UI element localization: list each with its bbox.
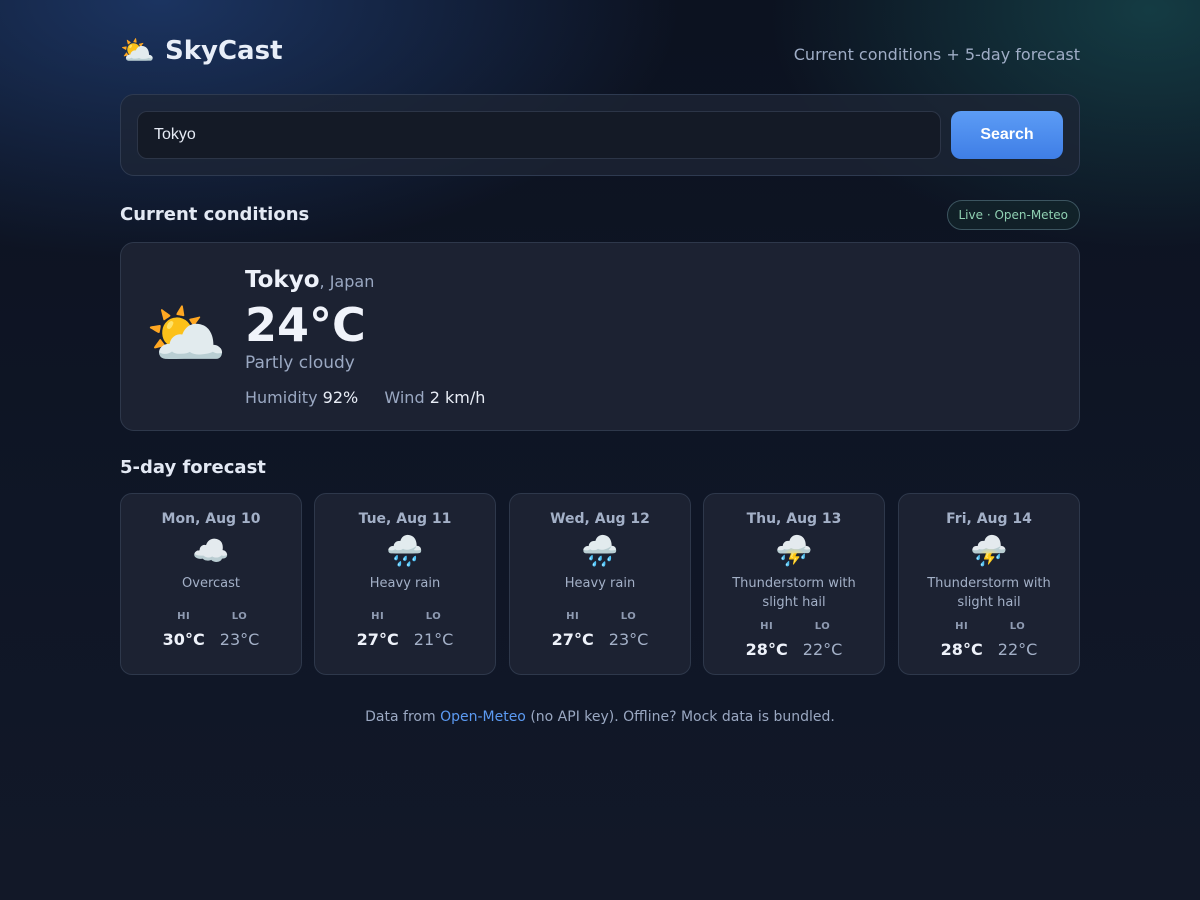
- app-title: SkyCast: [165, 36, 283, 66]
- search-button[interactable]: Search: [951, 111, 1063, 159]
- app-header: ⛅ SkyCast Current conditions + 5-day for…: [120, 30, 1080, 74]
- forecast-day-card: Tue, Aug 11 🌧️ Heavy rain HI 27°C LO 21°C: [314, 493, 496, 675]
- forecast-day-card: Wed, Aug 12 🌧️ Heavy rain HI 27°C LO 23°C: [509, 493, 691, 675]
- forecast-date: Wed, Aug 12: [550, 511, 650, 527]
- humidity-label: Humidity: [245, 388, 318, 407]
- current-conditions-heading: Current conditions: [120, 204, 310, 225]
- live-source-badge: Live · Open-Meteo: [946, 200, 1080, 230]
- lo-temp: 23°C: [219, 630, 260, 649]
- hi-label: HI: [177, 611, 191, 622]
- forecast-list: Mon, Aug 10 ☁️ Overcast HI 30°C LO 23°C Tu…: [120, 493, 1080, 675]
- city-search-input[interactable]: [137, 111, 941, 159]
- current-metrics: Humidity 92% Wind 2 km/h: [245, 387, 485, 409]
- hi-label: HI: [955, 621, 969, 632]
- forecast-date: Thu, Aug 13: [746, 511, 842, 527]
- forecast-condition: Overcast: [182, 576, 240, 591]
- hi-label: HI: [566, 611, 580, 622]
- open-meteo-link[interactable]: Open-Meteo: [440, 709, 526, 725]
- wind-value: 2 km/h: [429, 388, 486, 407]
- cloud-icon: ☁️: [192, 534, 230, 569]
- lo-label: LO: [425, 611, 442, 622]
- wind-label: Wind: [384, 388, 425, 407]
- footer-note: Data from Open-Meteo (no API key). Offli…: [120, 707, 1080, 727]
- forecast-condition: Thunderstorm with slight hail: [927, 576, 1051, 610]
- forecast-condition: Heavy rain: [564, 576, 636, 591]
- search-panel: Search: [120, 94, 1080, 176]
- hi-label: HI: [760, 621, 774, 632]
- lo-temp: 23°C: [608, 630, 649, 649]
- country-name: , Japan: [319, 272, 375, 291]
- location: Tokyo, Japan: [245, 265, 374, 297]
- hi-temp: 30°C: [162, 630, 205, 649]
- forecast-temps: HI 28°C LO 22°C: [899, 620, 1079, 662]
- lo-label: LO: [231, 611, 248, 622]
- forecast-date: Mon, Aug 10: [161, 511, 261, 527]
- current-temperature: 24°C: [245, 298, 366, 352]
- hi-temp: 28°C: [745, 640, 788, 659]
- hi-label: HI: [371, 611, 385, 622]
- thunderstorm-icon: ⛈️: [775, 534, 813, 569]
- forecast-date: Fri, Aug 14: [946, 511, 1032, 527]
- forecast-temps: HI 27°C LO 21°C: [315, 610, 495, 652]
- current-condition: Partly cloudy: [245, 353, 355, 373]
- current-conditions-card: ⛅ Tokyo, Japan 24°C Partly cloudy Humidi…: [120, 242, 1080, 431]
- sun-behind-cloud-icon: ⛅: [120, 34, 155, 67]
- forecast-day-card: Mon, Aug 10 ☁️ Overcast HI 30°C LO 23°C: [120, 493, 302, 675]
- cloud-with-rain-icon: 🌧️: [581, 534, 619, 569]
- hi-temp: 28°C: [940, 640, 983, 659]
- app-tagline: Current conditions + 5-day forecast: [793, 45, 1080, 64]
- lo-label: LO: [1009, 621, 1026, 632]
- lo-temp: 22°C: [802, 640, 843, 659]
- forecast-temps: HI 30°C LO 23°C: [121, 610, 301, 652]
- forecast-heading: 5-day forecast: [120, 457, 266, 478]
- lo-label: LO: [814, 621, 831, 632]
- thunderstorm-icon: ⛈️: [970, 534, 1008, 569]
- forecast-day-card: Thu, Aug 13 ⛈️ Thunderstorm with slight …: [703, 493, 885, 675]
- city-name: Tokyo: [245, 267, 320, 293]
- forecast-condition: Thunderstorm with slight hail: [732, 576, 856, 610]
- lo-label: LO: [620, 611, 637, 622]
- footer-prefix: Data from: [365, 709, 441, 725]
- sun-behind-cloud-icon: ⛅: [145, 296, 228, 373]
- cloud-with-rain-icon: 🌧️: [386, 534, 424, 569]
- hi-temp: 27°C: [356, 630, 399, 649]
- humidity-value: 92%: [322, 388, 359, 407]
- forecast-temps: HI 28°C LO 22°C: [704, 620, 884, 662]
- forecast-condition: Heavy rain: [369, 576, 441, 591]
- forecast-temps: HI 27°C LO 23°C: [510, 610, 690, 652]
- forecast-day-card: Fri, Aug 14 ⛈️ Thunderstorm with slight …: [898, 493, 1080, 675]
- lo-temp: 22°C: [997, 640, 1038, 659]
- forecast-date: Tue, Aug 11: [358, 511, 452, 527]
- footer-suffix: (no API key). Offline? Mock data is bund…: [525, 709, 835, 725]
- lo-temp: 21°C: [413, 630, 454, 649]
- hi-temp: 27°C: [551, 630, 594, 649]
